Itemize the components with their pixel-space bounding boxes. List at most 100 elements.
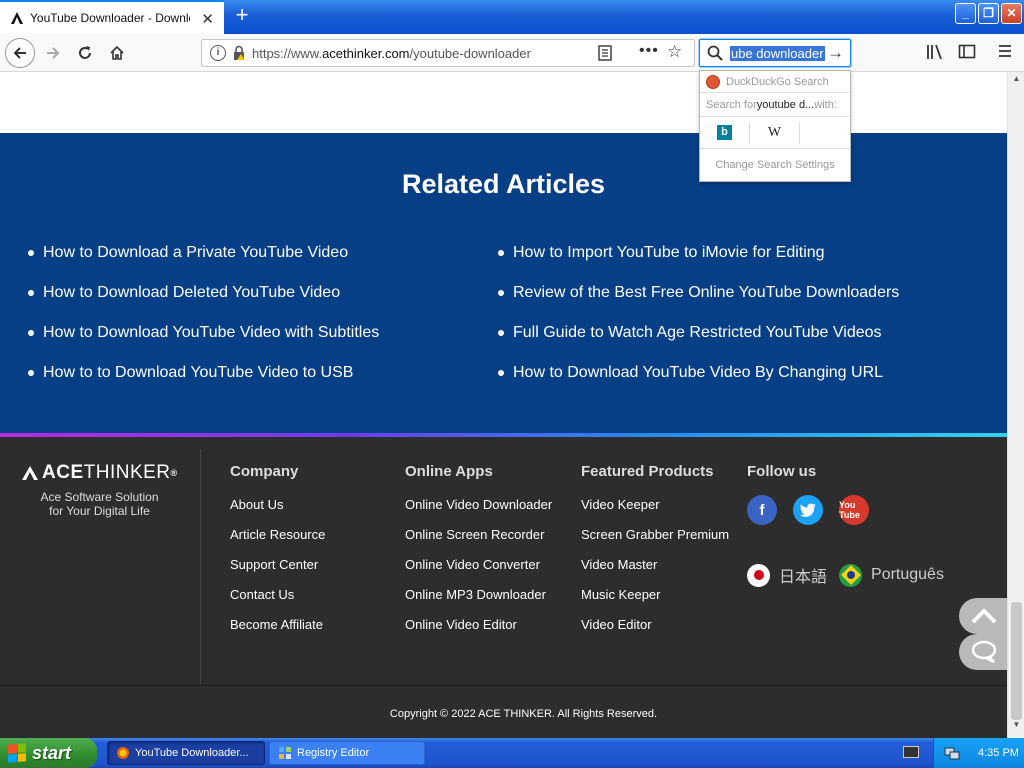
acethinker-logo-icon xyxy=(11,12,23,24)
home-button[interactable] xyxy=(102,38,132,68)
bullet-icon xyxy=(28,250,34,256)
bookmark-star-icon[interactable]: ☆ xyxy=(667,42,682,62)
reload-button[interactable] xyxy=(70,38,100,68)
taskbar-item-registry-editor[interactable]: Registry Editor xyxy=(269,741,425,765)
clock-time[interactable]: 4:35 PM xyxy=(978,747,1019,759)
footer-products-column: Featured Products Video Keeper Screen Gr… xyxy=(581,463,729,647)
search-input[interactable]: ube downloader → xyxy=(699,39,851,67)
keyboard-icon[interactable] xyxy=(903,746,919,758)
url-bar[interactable]: i https://www.acethinker.com/youtube-dow… xyxy=(201,39,695,67)
start-button[interactable]: start xyxy=(0,738,97,768)
related-article-link[interactable]: Full Guide to Watch Age Restricted YouTu… xyxy=(498,313,899,353)
window-close-button[interactable]: ✕ xyxy=(1001,3,1022,24)
footer-link[interactable]: Online Video Downloader xyxy=(405,497,552,527)
search-go-arrow-icon[interactable]: → xyxy=(827,43,844,63)
page-actions-icon[interactable]: ••• xyxy=(639,42,659,60)
lock-warning-icon[interactable] xyxy=(232,45,246,61)
window-maximize-button[interactable]: ❐ xyxy=(978,3,999,24)
related-articles-right-list: How to Import YouTube to iMovie for Edit… xyxy=(498,233,899,393)
bullet-icon xyxy=(498,250,504,256)
scroll-to-top-button[interactable] xyxy=(959,598,1007,634)
related-article-link[interactable]: How to Download YouTube Video By Changin… xyxy=(498,353,899,393)
window-minimize-button[interactable]: _ xyxy=(955,3,976,24)
hamburger-menu-icon[interactable] xyxy=(997,43,1013,59)
related-article-link[interactable]: How to Download YouTube Video with Subti… xyxy=(28,313,379,353)
social-links: f You Tube xyxy=(747,495,944,525)
brazil-flag-icon[interactable] xyxy=(839,563,863,587)
bullet-icon xyxy=(498,370,504,376)
footer-logo[interactable]: ACE THINKER ® Ace Software Solution for Yo… xyxy=(22,462,202,518)
chat-bubble-icon xyxy=(971,640,997,664)
footer-column-title: Featured Products xyxy=(581,463,714,480)
page-top-area xyxy=(0,72,1007,133)
footer-link[interactable]: Screen Grabber Premium xyxy=(581,527,729,557)
chat-button[interactable] xyxy=(959,634,1007,670)
tab-close-icon[interactable]: ✕ xyxy=(201,10,214,28)
japan-flag-icon[interactable] xyxy=(747,563,770,587)
reload-icon xyxy=(79,46,91,59)
browser-tab-active[interactable]: YouTube Downloader - Download Y ✕ xyxy=(0,0,224,34)
related-article-link[interactable]: Review of the Best Free Online YouTube D… xyxy=(498,273,899,313)
related-article-link[interactable]: How to Download Deleted YouTube Video xyxy=(28,273,379,313)
related-article-link[interactable]: How to Download a Private YouTube Video xyxy=(28,233,379,273)
footer-link[interactable]: Video Editor xyxy=(581,617,729,647)
scroll-down-arrow-icon[interactable]: ▼ xyxy=(1010,720,1023,734)
page-scrollbar[interactable]: ▲ ▼ xyxy=(1007,72,1024,738)
url-text: https://www.acethinker.com/youtube-downl… xyxy=(252,46,531,61)
footer-company-column: Company About Us Article Resource Suppor… xyxy=(230,463,325,647)
logo-text: ACE THINKER ® xyxy=(22,462,202,484)
youtube-icon[interactable]: You Tube xyxy=(839,495,869,525)
footer-link[interactable]: Contact Us xyxy=(230,587,325,617)
copyright-text: Copyright © 2022 ACE THINKER. All Rights… xyxy=(389,708,658,720)
bing-icon: b xyxy=(717,125,732,140)
info-icon[interactable]: i xyxy=(210,45,226,61)
reader-view-icon[interactable] xyxy=(598,45,612,61)
windows-taskbar: start YouTube Downloader... Registry Edi… xyxy=(0,738,1024,768)
new-tab-button[interactable]: + xyxy=(232,4,252,28)
dropdown-search-for: Search for youtube d... with: xyxy=(700,93,850,117)
engine-bing-button[interactable]: b xyxy=(700,121,750,144)
window-titlebar: YouTube Downloader - Download Y ✕ + _ ❐ … xyxy=(0,0,1024,34)
scrollbar-thumb[interactable] xyxy=(1011,602,1022,720)
footer-link[interactable]: Online Screen Recorder xyxy=(405,527,552,557)
lang-japanese-link[interactable]: 日本語 xyxy=(779,563,827,587)
home-icon xyxy=(110,45,124,60)
engine-wikipedia-button[interactable]: W xyxy=(750,121,800,144)
arrow-left-icon xyxy=(13,47,26,59)
footer-link[interactable]: Music Keeper xyxy=(581,587,729,617)
forward-button[interactable] xyxy=(38,38,68,68)
system-tray: 4:35 PM xyxy=(933,738,1024,768)
facebook-icon[interactable]: f xyxy=(747,495,777,525)
related-article-link[interactable]: How to to Download YouTube Video to USB xyxy=(28,353,379,393)
page-viewport: Related Articles How to Download a Priva… xyxy=(0,72,1007,738)
library-icon[interactable] xyxy=(926,43,944,61)
footer-link[interactable]: About Us xyxy=(230,497,325,527)
taskbar-item-youtube-downloader[interactable]: YouTube Downloader... xyxy=(107,741,265,765)
chevron-up-icon xyxy=(971,608,997,624)
sidebar-toggle-icon[interactable] xyxy=(958,43,976,61)
footer-link[interactable]: Article Resource xyxy=(230,527,325,557)
footer-follow-column: Follow us f You Tube 日本語 Português xyxy=(747,463,944,587)
footer-column-title: Follow us xyxy=(747,463,817,480)
footer-link[interactable]: Online Video Editor xyxy=(405,617,552,647)
footer-link[interactable]: Become Affiliate xyxy=(230,617,325,647)
footer-link[interactable]: Video Master xyxy=(581,557,729,587)
footer-link[interactable]: Video Keeper xyxy=(581,497,729,527)
search-input-value: ube downloader xyxy=(730,46,825,61)
related-article-link[interactable]: How to Import YouTube to iMovie for Edit… xyxy=(498,233,899,273)
network-icon[interactable] xyxy=(944,745,960,761)
navigation-toolbar: i https://www.acethinker.com/youtube-dow… xyxy=(0,34,1024,72)
footer-link[interactable]: Online MP3 Downloader xyxy=(405,587,552,617)
footer-link[interactable]: Online Video Converter xyxy=(405,557,552,587)
site-footer: ACE THINKER ® Ace Software Solution for Yo… xyxy=(0,437,1007,738)
scroll-up-arrow-icon[interactable]: ▲ xyxy=(1010,74,1023,88)
lang-portuguese-link[interactable]: Português xyxy=(871,566,944,584)
twitter-icon[interactable] xyxy=(793,495,823,525)
bullet-icon xyxy=(28,290,34,296)
bullet-icon xyxy=(28,330,34,336)
change-search-settings-link[interactable]: Change Search Settings xyxy=(700,149,850,181)
footer-link[interactable]: Support Center xyxy=(230,557,325,587)
footer-column-title: Company xyxy=(230,463,299,480)
bullet-icon xyxy=(28,370,34,376)
back-button[interactable] xyxy=(5,38,35,68)
